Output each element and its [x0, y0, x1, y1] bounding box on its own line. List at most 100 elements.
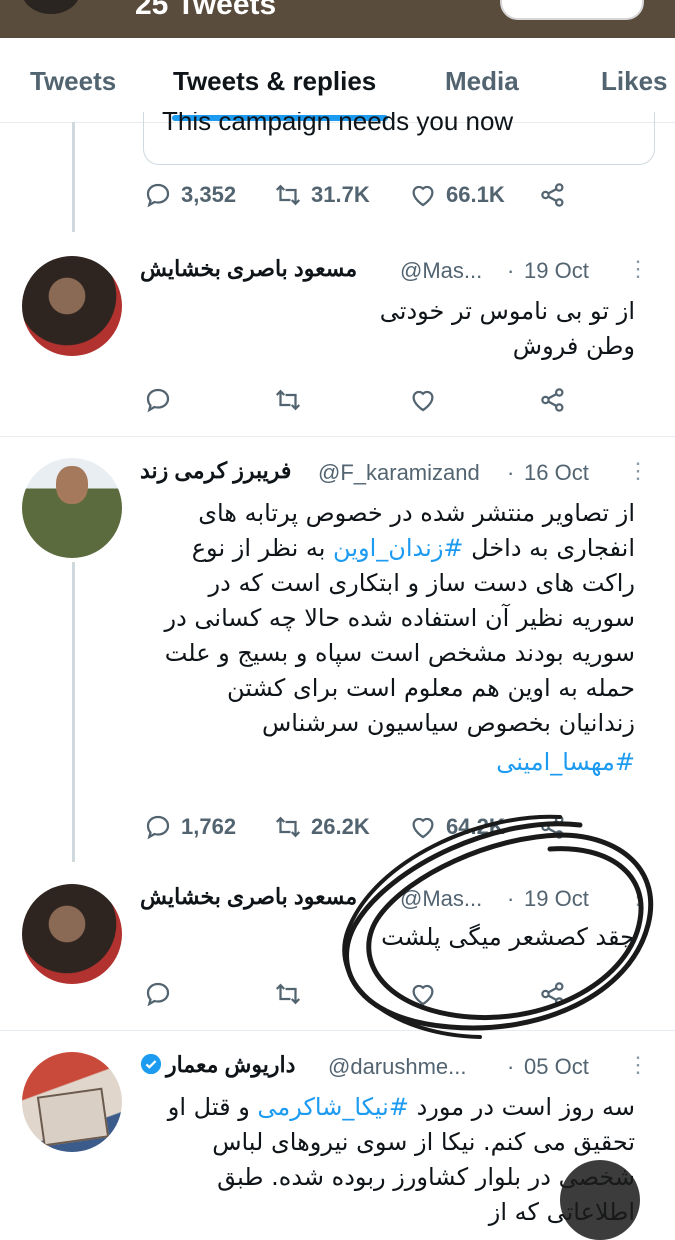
display-name[interactable]: مسعود باصری بخشایش — [140, 256, 357, 282]
tweet-reply[interactable]: مسعود باصری بخشایش @Mas... · 19 Oct ⋮ از… — [0, 252, 675, 432]
tweet-text-line: وطن فروش — [512, 332, 635, 360]
reply-icon — [146, 982, 170, 1007]
share-icon — [541, 982, 564, 1006]
thread-line — [72, 122, 75, 232]
like-count: 64.2K — [446, 814, 505, 839]
avatar-face — [56, 466, 88, 504]
tweet-actions: 3,352 31.7K 66.1K — [143, 175, 583, 215]
tweet-header: مسعود باصری بخشایش @Mas... · 19 Oct ⋮ — [140, 256, 649, 292]
like-button[interactable]: 66.1K — [408, 175, 505, 215]
tweet-text-line: از تو بی ناموس تر خودتی — [379, 297, 635, 325]
user-handle[interactable]: @F_karamizand — [318, 460, 480, 486]
avatar[interactable] — [22, 884, 122, 984]
heart-icon — [412, 390, 434, 412]
share-button[interactable] — [538, 974, 568, 1014]
share-button[interactable] — [538, 175, 568, 215]
tab-tweets-and-replies[interactable]: Tweets & replies — [173, 66, 376, 97]
separator-dot: · — [507, 258, 515, 283]
reply-button[interactable] — [143, 974, 173, 1014]
retweet-icon — [275, 389, 301, 411]
tweet-original[interactable]: فریبرز کرمی زند @F_karamizand · 16 Oct ⋮… — [0, 454, 675, 854]
display-name[interactable]: فریبرز کرمی زند — [140, 458, 291, 484]
share-button[interactable] — [538, 380, 568, 420]
tweet-actions — [143, 974, 583, 1014]
more-icon[interactable]: ⋮ — [627, 458, 649, 484]
reply-icon — [146, 183, 170, 208]
retweet-button[interactable] — [273, 380, 303, 420]
verified-badge-icon — [140, 1053, 162, 1075]
reply-icon — [146, 388, 170, 413]
profile-header: 25 Tweets — [0, 0, 675, 38]
like-button[interactable] — [408, 974, 438, 1014]
quoted-card-text: This campaign needs you now — [162, 112, 514, 136]
heart-icon — [412, 185, 434, 207]
tab-likes[interactable]: Likes — [601, 66, 668, 97]
tab-media[interactable]: Media — [445, 66, 519, 97]
display-name-text: داریوش معمار — [166, 1052, 296, 1077]
user-handle[interactable]: @Mas... — [400, 258, 482, 284]
avatar[interactable] — [22, 1052, 122, 1152]
tab-tweets[interactable]: Tweets — [30, 66, 116, 97]
display-name[interactable]: مسعود باصری بخشایش — [140, 884, 357, 910]
more-icon[interactable]: ⋮ — [627, 1052, 649, 1078]
divider — [0, 1030, 675, 1031]
tweet-text-part: سه روز است در مورد — [408, 1093, 635, 1121]
share-button[interactable] — [538, 807, 568, 847]
back-button[interactable] — [22, 0, 80, 14]
timeline[interactable]: This campaign needs you now 3,352 31.7K … — [0, 112, 675, 1226]
share-icon — [541, 388, 564, 412]
like-button[interactable] — [408, 380, 438, 420]
tweet-actions — [143, 380, 583, 420]
tweet-text-line: چقد کصشعر میگی پلشت — [381, 923, 635, 951]
avatar[interactable] — [22, 256, 122, 356]
reply-button[interactable]: 3,352 — [143, 175, 236, 215]
divider — [0, 436, 675, 437]
hashtag-link[interactable]: #نیکا_شاکرمی — [257, 1093, 409, 1121]
tweet-reply[interactable]: مسعود باصری بخشایش @Mas... · 19 Oct ⋮ چق… — [0, 880, 675, 1040]
tweet-count: 25 Tweets — [135, 0, 277, 21]
reply-count: 1,762 — [181, 814, 237, 839]
hashtag-link[interactable]: #مهسا_امینی — [496, 748, 635, 776]
separator-dot: · — [507, 1054, 515, 1079]
tweet-date[interactable]: 16 Oct — [524, 460, 589, 486]
user-handle[interactable]: @Mas... — [400, 886, 482, 912]
retweet-button[interactable]: 26.2K — [273, 807, 370, 847]
like-button[interactable]: 64.2K — [408, 807, 505, 847]
retweet-icon — [275, 983, 301, 1005]
avatar[interactable] — [22, 458, 122, 558]
tweet-text: چقد کصشعر میگی پلشت — [145, 920, 635, 955]
hashtag-link[interactable]: #زندان_اوین — [333, 534, 463, 562]
reply-count: 3,352 — [181, 182, 237, 207]
retweet-button[interactable] — [273, 974, 303, 1014]
reply-button[interactable]: 1,762 — [143, 807, 236, 847]
tweet-date[interactable]: 19 Oct — [524, 886, 589, 912]
retweet-count: 26.2K — [311, 814, 370, 839]
retweet-icon — [275, 184, 301, 206]
tweet-text: از تصاویر منتشر شده در خصوص پرتابه های ا… — [145, 496, 635, 780]
avatar-photo-frame — [36, 1087, 110, 1147]
heart-icon — [412, 984, 434, 1006]
heart-icon — [412, 817, 434, 839]
quoted-card[interactable]: This campaign needs you now — [143, 112, 655, 165]
reply-icon — [146, 815, 170, 840]
retweet-icon — [275, 816, 301, 838]
search-button[interactable] — [500, 0, 644, 20]
retweet-button[interactable]: 31.7K — [273, 175, 370, 215]
separator-dot: · — [507, 886, 515, 911]
tweet-header: فریبرز کرمی زند @F_karamizand · 16 Oct ⋮ — [140, 458, 649, 494]
tweet-text-part: به نظر از نوع راکت های دست ساز و ابتکاری… — [164, 534, 635, 737]
like-count: 66.1K — [446, 182, 505, 207]
reply-button[interactable] — [143, 380, 173, 420]
tweet-text: از تو بی ناموس تر خودتی وطن فروش — [145, 294, 635, 364]
share-icon — [541, 183, 564, 207]
tweet-header: مسعود باصری بخشایش @Mas... · 19 Oct ⋮ — [140, 884, 649, 920]
tweet-actions: 1,762 26.2K 64.2K — [143, 807, 583, 847]
more-icon[interactable]: ⋮ — [627, 256, 649, 282]
display-name[interactable]: داریوش معمار — [140, 1052, 295, 1078]
tweet-header: داریوش معمار @darushme... · 05 Oct ⋮ — [140, 1052, 649, 1088]
more-icon[interactable]: ⋮ — [627, 884, 649, 910]
user-handle[interactable]: @darushme... — [328, 1054, 467, 1080]
tweet-date[interactable]: 19 Oct — [524, 258, 589, 284]
compose-button[interactable] — [560, 1160, 640, 1240]
tweet-date[interactable]: 05 Oct — [524, 1054, 589, 1080]
